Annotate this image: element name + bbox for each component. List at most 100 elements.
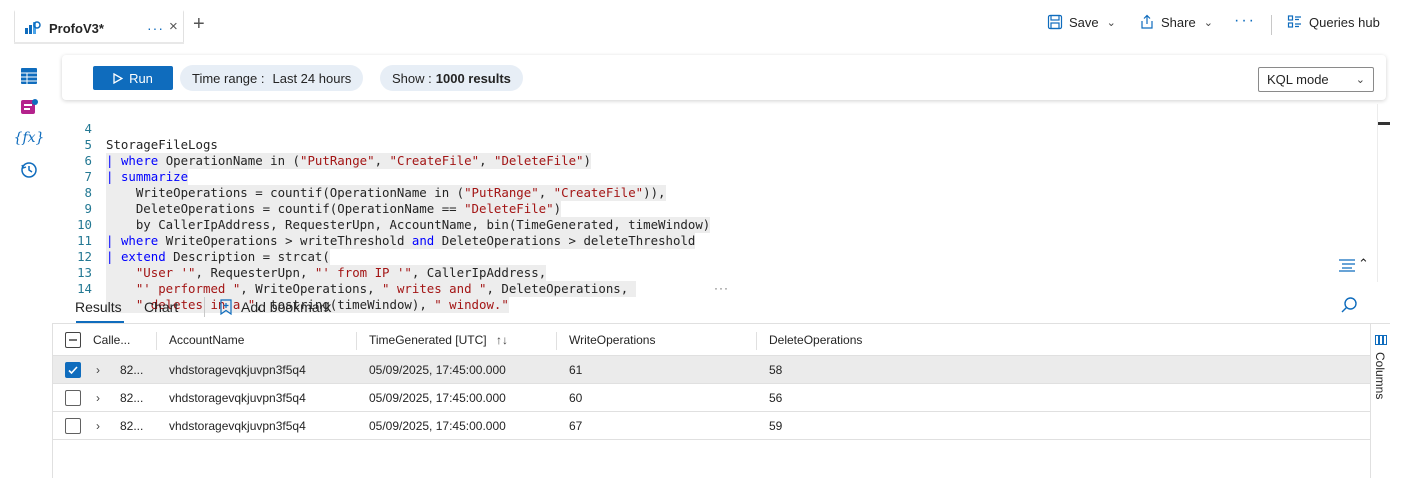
tab-close-button[interactable]: × [169, 18, 178, 35]
tab-more-button[interactable]: ··· [147, 20, 164, 36]
columns-panel-toggle[interactable] [1370, 324, 1390, 478]
select-all-checkbox[interactable] [65, 332, 81, 348]
expand-row-icon[interactable]: › [96, 384, 100, 412]
column-divider[interactable] [356, 332, 357, 350]
editor-scrollbar[interactable] [1377, 104, 1390, 282]
table-row[interactable]: › 82... vhdstoragevqkjuvpn3f5q4 05/09/20… [53, 384, 1371, 412]
cell-time: 05/09/2025, 17:45:00.000 [369, 419, 506, 433]
cell-deletes: 58 [769, 363, 783, 377]
chevron-down-icon: ⌄ [1203, 16, 1213, 29]
code-line: 14 " deletes in a ", tostring(timeWindow… [62, 265, 509, 313]
new-tab-button[interactable]: + [193, 14, 205, 34]
expand-row-icon[interactable]: › [96, 412, 100, 440]
code-line: 13 "' performed ", WriteOperations, " wr… [62, 249, 636, 297]
cell-deletes: 59 [769, 419, 783, 433]
cell-caller: 82... [120, 419, 144, 433]
time-range-label: Time range : [192, 70, 265, 86]
code-line: 7 WriteOperations = countif(OperationNam… [62, 153, 666, 201]
chevron-down-icon: ⌄ [1106, 16, 1116, 29]
row-checkbox[interactable] [65, 418, 81, 434]
code-line: 9 by CallerIpAddress, RequesterUpn, Acco… [62, 185, 711, 233]
column-header-writes[interactable]: WriteOperations [569, 324, 655, 356]
query-toolbar: Run Time range : Last 24 hours Show : 10… [62, 55, 1386, 100]
query-tab[interactable]: ProfoV3* ··· × [14, 10, 184, 44]
editor-scroll-thumb[interactable] [1378, 122, 1390, 125]
code-text: | where OperationName in ("PutRange", "C… [106, 153, 591, 169]
results-tab-bar: Results Chart Add bookmark [52, 292, 1390, 324]
tab-chart[interactable]: Chart [144, 299, 178, 315]
code-line: 11 | extend Description = strcat( [62, 217, 330, 265]
query-editor[interactable]: 4 StorageFileLogs 5 | where OperationNam… [62, 100, 1378, 313]
sort-icon: ↑↓ [495, 333, 508, 347]
column-divider[interactable] [156, 332, 157, 350]
table-row[interactable]: › 82... vhdstoragevqkjuvpn3f5q4 05/09/20… [53, 412, 1371, 440]
queries-icon[interactable] [19, 97, 39, 117]
save-button[interactable]: Save ⌄ [1047, 14, 1116, 30]
code-line: 4 StorageFileLogs [62, 105, 218, 152]
show-value: 1000 results [435, 70, 511, 86]
column-header-caller[interactable]: Calle... [93, 324, 130, 356]
grid-header: Calle... AccountName TimeGenerated [UTC]… [53, 324, 1371, 356]
code-text: | where WriteOperations > writeThreshold… [106, 233, 696, 249]
row-checkbox[interactable] [65, 362, 81, 378]
time-range-picker[interactable]: Time range : Last 24 hours [180, 65, 364, 91]
cell-caller: 82... [120, 391, 144, 405]
cell-time: 05/09/2025, 17:45:00.000 [369, 363, 506, 377]
run-label: Run [129, 70, 153, 86]
tab-underline [14, 42, 184, 44]
code-line: 12 "User '", RequesterUpn, "' from IP '"… [62, 233, 547, 281]
format-query-icon[interactable] [1338, 258, 1356, 275]
show-label: Show : [392, 70, 432, 86]
result-limit-picker[interactable]: Show : 1000 results [380, 65, 523, 91]
queries-hub-button[interactable]: Queries hub [1287, 14, 1380, 30]
code-line: 6 | summarize [62, 137, 189, 185]
share-icon [1141, 14, 1153, 29]
add-bookmark-button[interactable]: Add bookmark [219, 299, 331, 315]
code-line: 5 | where OperationName in ("PutRange", … [62, 121, 591, 169]
column-header-account[interactable]: AccountName [169, 324, 244, 356]
functions-icon[interactable]: {fx} [14, 128, 45, 148]
row-checkbox[interactable] [65, 390, 81, 406]
column-header-deletes[interactable]: DeleteOperations [769, 324, 862, 356]
bookmark-icon [220, 299, 232, 315]
time-range-value: Last 24 hours [272, 70, 352, 86]
code-text: by CallerIpAddress, RequesterUpn, Accoun… [106, 217, 711, 233]
column-header-time-label: TimeGenerated [UTC] [369, 333, 487, 347]
column-divider[interactable] [756, 332, 757, 350]
column-divider[interactable] [556, 332, 557, 350]
column-header-time[interactable]: TimeGenerated [UTC] ↑↓ [369, 324, 508, 356]
cell-account: vhdstoragevqkjuvpn3f5q4 [169, 391, 306, 405]
chevron-down-icon: ⌄ [1355, 74, 1365, 86]
kql-mode-value: KQL mode [1267, 72, 1329, 87]
queries-hub-icon [1287, 15, 1301, 28]
active-tab-indicator [76, 321, 124, 323]
share-button[interactable]: Share ⌄ [1139, 14, 1213, 30]
search-icon[interactable] [1340, 296, 1358, 317]
kql-mode-dropdown[interactable]: KQL mode ⌄ [1258, 67, 1374, 92]
share-label: Share [1161, 14, 1196, 30]
table-row[interactable]: › 82... vhdstoragevqkjuvpn3f5q4 05/09/20… [53, 356, 1371, 384]
tab-results[interactable]: Results [75, 299, 122, 315]
tab-divider [204, 297, 205, 317]
code-line: 10 | where WriteOperations > writeThresh… [62, 201, 696, 249]
code-text: "User '", RequesterUpn, "' from IP '", C… [106, 265, 547, 281]
columns-label[interactable]: Columns [1373, 352, 1387, 399]
cell-time: 05/09/2025, 17:45:00.000 [369, 391, 506, 405]
history-icon[interactable] [19, 160, 39, 180]
cell-writes: 61 [569, 363, 583, 377]
cell-deletes: 56 [769, 391, 783, 405]
run-button[interactable]: Run [93, 66, 173, 90]
results-grid: Calle... AccountName TimeGenerated [UTC]… [52, 324, 1371, 478]
cell-writes: 67 [569, 419, 583, 433]
tab-title: ProfoV3* [49, 20, 104, 36]
expand-row-icon[interactable]: › [96, 356, 100, 384]
cell-account: vhdstoragevqkjuvpn3f5q4 [169, 419, 306, 433]
tables-icon[interactable] [19, 66, 39, 86]
toolbar-divider [1271, 15, 1272, 35]
code-text: StorageFileLogs [106, 137, 218, 152]
more-options-button[interactable]: ··· [1234, 12, 1256, 30]
log-analytics-icon [23, 20, 43, 36]
play-icon [113, 72, 124, 84]
collapse-editor-icon[interactable]: ⌃ [1358, 256, 1369, 272]
cell-caller: 82... [120, 363, 144, 377]
